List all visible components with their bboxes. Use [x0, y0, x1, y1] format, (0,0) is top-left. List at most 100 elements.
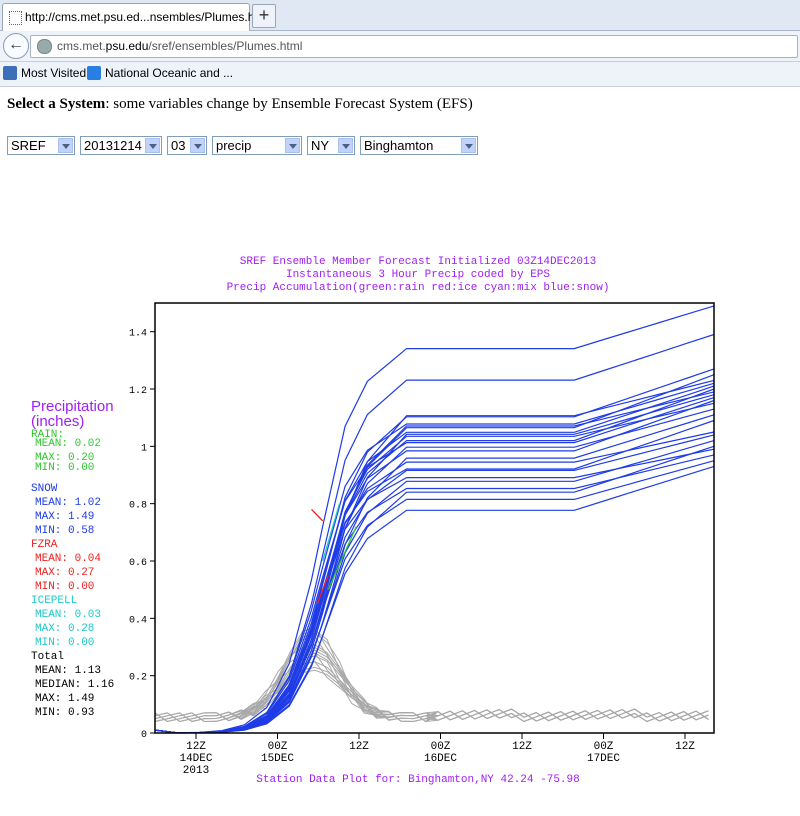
dropdown-arrow-icon — [145, 138, 160, 153]
precip-bar-series — [154, 644, 709, 723]
x-tick-label: 00Z — [594, 741, 614, 753]
precip-bar-series — [154, 635, 709, 723]
legend-fzra-mean: MEAN: 0.04 — [35, 553, 101, 565]
precip-bar-series — [154, 646, 709, 723]
navigation-bar: ← cms.met.psu.edu/sref/ensembles/Plumes.… — [0, 31, 800, 62]
legend-snow-mean: MEAN: 1.02 — [35, 497, 101, 509]
date-select[interactable]: 20131214 — [80, 136, 162, 155]
legend-total-label: Total — [31, 651, 64, 663]
legend-icepell-mean: MEAN: 0.03 — [35, 609, 101, 621]
system-select[interactable]: SREF — [7, 136, 75, 155]
member-line — [154, 460, 715, 734]
legend-total-min: MIN: 0.93 — [35, 707, 94, 719]
x-tick-label: 15DEC — [261, 753, 294, 765]
member-line — [154, 333, 715, 734]
legend-total-max: MAX: 1.49 — [35, 693, 94, 705]
back-button[interactable]: ← — [3, 33, 29, 59]
dropdown-arrow-icon — [338, 138, 353, 153]
variable-select[interactable]: precip — [212, 136, 302, 155]
legend: Precipitation (inches) RAIN: MEAN: 0.02 … — [31, 398, 114, 719]
tab-bar: http://cms.met.psu.ed...nsembles/Plumes.… — [0, 0, 800, 31]
chart-title-line-3: Precip Accumulation(green:rain red:ice c… — [227, 282, 610, 294]
station-footer: Station Data Plot for: Binghamton,NY 42.… — [256, 774, 579, 786]
member-line — [154, 379, 715, 734]
bookmark-noaa[interactable]: National Oceanic and ... — [87, 66, 233, 80]
plot-frame — [154, 302, 715, 734]
chart-title-line-2: Instantaneous 3 Hour Precip coded by EPS — [286, 269, 550, 281]
legend-snow-label: SNOW — [31, 483, 58, 495]
x-tick-label: 16DEC — [424, 753, 457, 765]
dropdown-arrow-icon — [461, 138, 476, 153]
member-line — [154, 465, 715, 734]
y-tick-label: 0.4 — [129, 615, 147, 626]
url-text: cms.met.psu.edu/sref/ensembles/Plumes.ht… — [57, 39, 303, 53]
y-tick-label: 0.6 — [129, 558, 147, 569]
precip-type-segment — [311, 508, 324, 522]
bookmark-favicon-icon — [87, 66, 101, 80]
y-tick-label: 1 — [141, 443, 147, 454]
chart-title-line-1: SREF Ensemble Member Forecast Initialize… — [240, 256, 596, 268]
member-line — [154, 419, 715, 734]
legend-total-mean: MEAN: 1.13 — [35, 665, 101, 677]
address-bar[interactable]: cms.met.psu.edu/sref/ensembles/Plumes.ht… — [30, 35, 798, 58]
x-tick-label: 12Z — [186, 741, 206, 753]
dropdown-arrow-icon — [58, 138, 73, 153]
y-axis: 1.4 1.2 1 0.8 0.6 0.4 0.2 0 — [129, 329, 155, 741]
bookmarks-toolbar: Most Visited National Oceanic and ... — [0, 62, 800, 87]
x-tick-label: 14DEC — [179, 753, 212, 765]
back-arrow-icon: ← — [8, 36, 24, 53]
member-line — [154, 402, 715, 734]
x-tick-label: 17DEC — [587, 753, 620, 765]
globe-icon — [37, 39, 52, 54]
page-heading: Select a System: some variables change b… — [7, 96, 473, 112]
legend-fzra-min: MIN: 0.00 — [35, 581, 94, 593]
y-tick-label: 0.2 — [129, 673, 147, 684]
member-line — [154, 397, 715, 734]
x-tick-label: 12Z — [349, 741, 369, 753]
x-tick-label: 12Z — [512, 741, 532, 753]
precip-bar-series — [154, 629, 709, 723]
tab-title: http://cms.met.psu.ed...nsembles/Plumes.… — [25, 10, 271, 24]
x-tick-label: 2013 — [183, 765, 209, 777]
legend-rain-min: MIN: 0.00 — [35, 462, 94, 474]
member-line — [154, 445, 715, 734]
member-line — [154, 385, 715, 734]
station-select[interactable]: Binghamton — [360, 136, 478, 155]
member-line — [154, 305, 715, 734]
bookmark-most-visited[interactable]: Most Visited — [3, 66, 86, 80]
y-tick-label: 1.4 — [129, 329, 147, 340]
legend-units: (inches) — [31, 413, 84, 430]
dropdown-arrow-icon — [285, 138, 300, 153]
plume-chart-svg: SREF Ensemble Member Forecast Initialize… — [31, 256, 715, 786]
precip-bars-layer — [154, 627, 709, 723]
member-line — [154, 374, 715, 734]
browser-tab[interactable]: http://cms.met.psu.ed...nsembles/Plumes.… — [2, 3, 270, 31]
x-tick-label: 12Z — [675, 741, 695, 753]
legend-icepell-label: ICEPELL — [31, 595, 77, 607]
legend-rain-mean: MEAN: 0.02 — [35, 438, 101, 450]
member-line — [154, 454, 715, 734]
member-line — [154, 394, 715, 734]
dropdown-arrow-icon — [190, 138, 205, 153]
member-line — [154, 434, 715, 734]
x-axis: 12Z14DEC201300Z15DEC12Z 00Z16DEC12Z 00Z17D… — [179, 733, 695, 777]
legend-snow-max: MAX: 1.49 — [35, 511, 94, 523]
cycle-select[interactable]: 03 — [167, 136, 207, 155]
x-tick-label: 00Z — [431, 741, 451, 753]
page-favicon-icon — [9, 11, 22, 25]
legend-snow-min: MIN: 0.58 — [35, 525, 94, 537]
most-visited-icon — [3, 66, 17, 80]
legend-fzra-label: FZRA — [31, 539, 58, 551]
new-tab-button[interactable]: + — [252, 4, 276, 28]
x-tick-label: 00Z — [268, 741, 288, 753]
y-tick-label: 0.8 — [129, 501, 147, 512]
legend-total-median: MEDIAN: 1.16 — [35, 679, 114, 691]
precip-bar-series — [154, 632, 709, 723]
y-tick-label: 1.2 — [129, 386, 147, 397]
y-tick-label: 0 — [141, 730, 147, 741]
precip-bar-series — [154, 627, 709, 723]
legend-icepell-max: MAX: 0.28 — [35, 623, 94, 635]
plume-chart: SREF Ensemble Member Forecast Initialize… — [0, 245, 800, 810]
legend-fzra-max: MAX: 0.27 — [35, 567, 94, 579]
state-select[interactable]: NY — [307, 136, 355, 155]
